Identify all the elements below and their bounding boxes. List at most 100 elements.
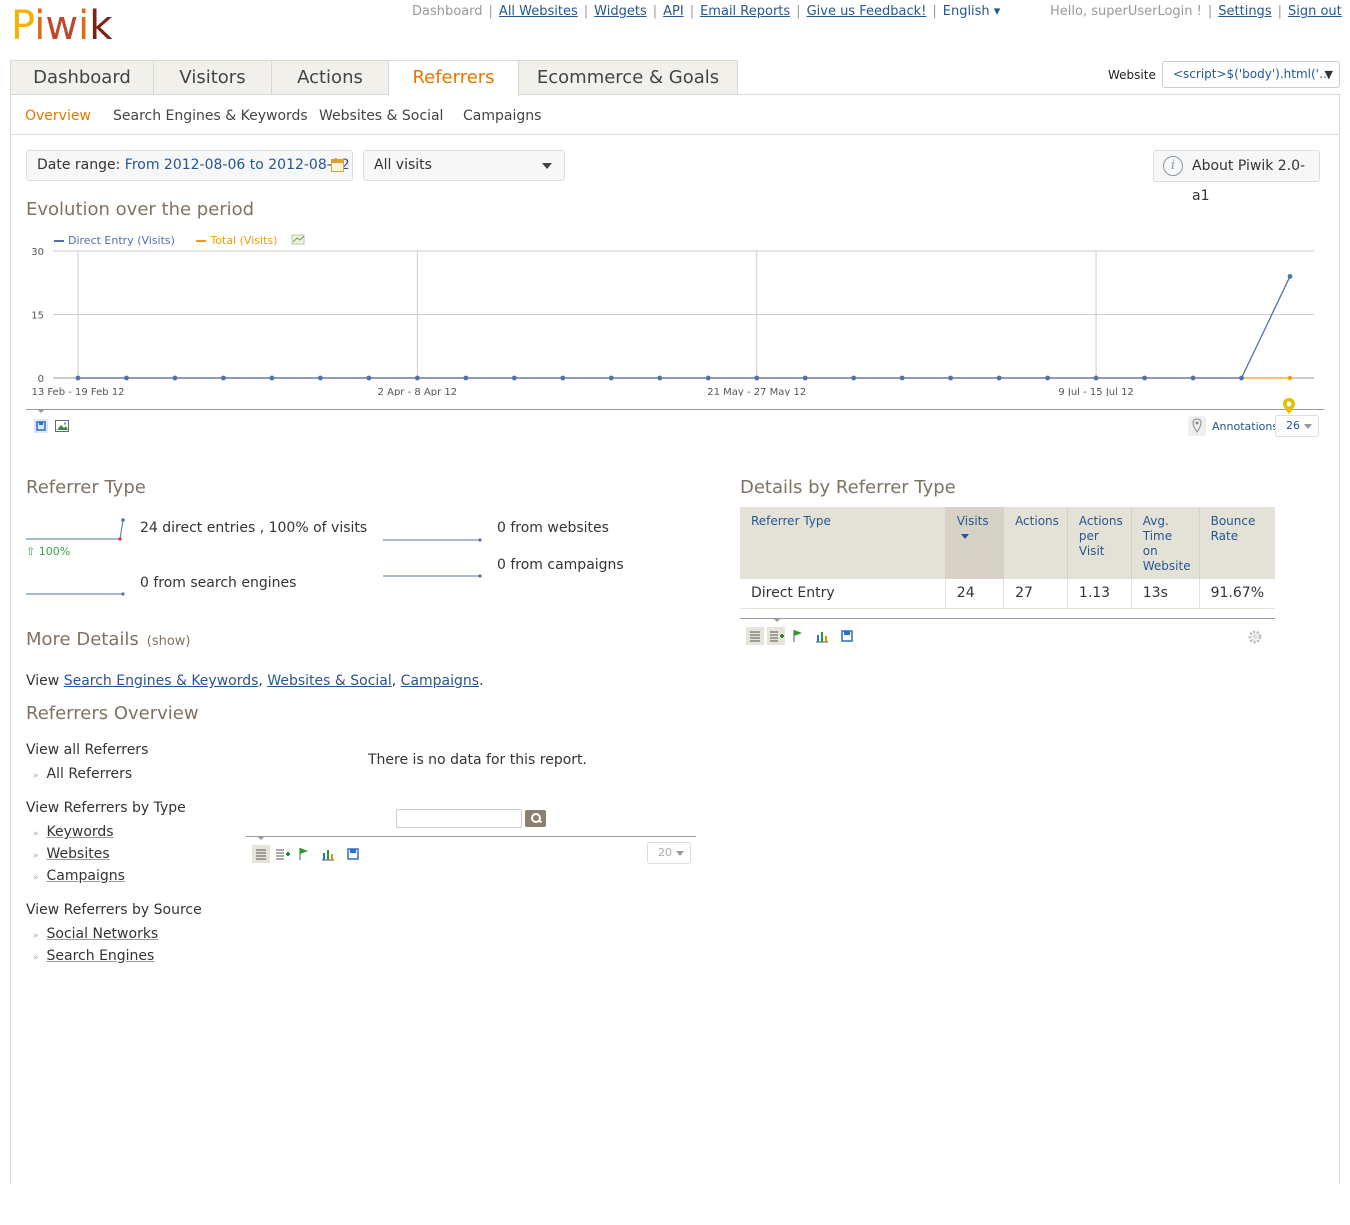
x-tick-label: 9 Jul - 15 Jul 12 bbox=[1058, 387, 1133, 396]
column-actions[interactable]: Actions bbox=[1003, 507, 1068, 579]
top-nav-api[interactable]: API bbox=[663, 4, 684, 19]
x-tick-label: 21 May - 27 May 12 bbox=[707, 387, 806, 396]
y-tick-label: 30 bbox=[31, 247, 44, 258]
calendar-icon bbox=[331, 159, 344, 172]
info-icon: i bbox=[1163, 156, 1183, 176]
rows-limit-selector[interactable]: 20 bbox=[647, 842, 691, 864]
chevron-down-icon bbox=[542, 163, 552, 169]
data-point bbox=[75, 375, 81, 381]
table-view-icon[interactable] bbox=[252, 845, 270, 863]
footer-pointer-icon bbox=[37, 409, 45, 413]
gear-icon[interactable] bbox=[1246, 628, 1264, 646]
settings-link[interactable]: Settings bbox=[1218, 4, 1271, 19]
top-nav-widgets[interactable]: Widgets bbox=[594, 4, 647, 19]
website-selector[interactable]: <script>$('body').html('… ▼ bbox=[1162, 61, 1340, 88]
dropdown-arrow-icon: ▼ bbox=[1324, 68, 1333, 81]
list-item-search-engines[interactable]: » Search Engines bbox=[33, 948, 154, 964]
goals-flag-icon[interactable] bbox=[295, 845, 313, 863]
rows-limit-value: 20 bbox=[658, 846, 672, 859]
subtab-search-engines-keywords[interactable]: Search Engines & Keywords bbox=[113, 108, 308, 124]
column-bounce-rate[interactable]: Bounce Rate bbox=[1198, 507, 1275, 579]
image-export-icon[interactable] bbox=[55, 419, 69, 433]
group-all-referrers-title: View all Referrers bbox=[26, 742, 149, 758]
table-more-columns-icon[interactable] bbox=[273, 845, 291, 863]
data-point bbox=[124, 375, 129, 381]
data-point bbox=[608, 375, 614, 381]
export-icon[interactable] bbox=[34, 419, 48, 433]
subtab-overview[interactable]: Overview bbox=[25, 108, 91, 124]
signout-link[interactable]: Sign out bbox=[1288, 4, 1342, 19]
list-item-social-networks[interactable]: » Social Networks bbox=[33, 926, 158, 942]
campaigns-sparkline[interactable] bbox=[383, 571, 483, 581]
websites-sparkline[interactable] bbox=[383, 534, 483, 544]
column-avg-time[interactable]: Avg. Time on Website bbox=[1130, 507, 1200, 579]
search-icon[interactable] bbox=[525, 810, 546, 827]
details-title: Details by Referrer Type bbox=[740, 477, 956, 498]
subtab-websites-social[interactable]: Websites & Social bbox=[319, 108, 443, 124]
tab-actions[interactable]: Actions bbox=[271, 60, 389, 95]
website-selector-value: <script>$('body').html('… bbox=[1173, 67, 1331, 81]
table-row[interactable]: Direct Entry 24 27 1.13 13s 91.67% bbox=[740, 579, 1275, 609]
tab-visitors[interactable]: Visitors bbox=[153, 60, 272, 95]
table-more-columns-icon[interactable] bbox=[767, 627, 785, 645]
subnav-divider bbox=[11, 134, 1339, 135]
top-nav-feedback[interactable]: Give us Feedback! bbox=[807, 4, 927, 19]
table-view-icon[interactable] bbox=[746, 627, 764, 645]
group-by-type-title: View Referrers by Type bbox=[26, 800, 186, 816]
tab-referrers[interactable]: Referrers bbox=[388, 60, 519, 96]
column-referrer-type[interactable]: Referrer Type bbox=[740, 507, 946, 579]
y-tick-label: 0 bbox=[38, 374, 44, 385]
search-engines-sparkline[interactable] bbox=[26, 588, 126, 598]
export-icon[interactable] bbox=[838, 627, 856, 645]
tab-dashboard[interactable]: Dashboard bbox=[10, 60, 154, 95]
about-piwik-button[interactable]: i About Piwik 2.0-a1 bbox=[1153, 150, 1320, 204]
annotation-marker-icon[interactable] bbox=[1283, 398, 1295, 414]
language-selector[interactable]: English ▾ bbox=[943, 4, 1001, 19]
goals-flag-icon[interactable] bbox=[789, 627, 807, 645]
annotations-link[interactable]: Annotations bbox=[1212, 420, 1278, 433]
tab-ecommerce-goals[interactable]: Ecommerce & Goals bbox=[518, 60, 738, 95]
bar-chart-icon[interactable] bbox=[319, 845, 337, 863]
evolution-title: Evolution over the period bbox=[26, 199, 255, 220]
date-range-selector[interactable]: Date range: From 2012-08-06 to 2012-08-1… bbox=[26, 150, 353, 181]
column-visits[interactable]: Visits bbox=[944, 507, 1004, 579]
user-nav: Hello, superUserLogin ! | Settings | Sign ou… bbox=[1050, 4, 1342, 19]
segment-selector[interactable]: All visits bbox=[363, 150, 565, 181]
data-point bbox=[851, 375, 857, 381]
annotations-icon[interactable] bbox=[1188, 416, 1206, 436]
column-actions-per-visit[interactable]: Actions per Visit bbox=[1066, 507, 1132, 579]
data-point bbox=[1239, 375, 1244, 381]
cell-actions-per-visit: 1.13 bbox=[1066, 579, 1132, 609]
data-point bbox=[1142, 375, 1147, 381]
top-nav-email-reports[interactable]: Email Reports bbox=[700, 4, 790, 19]
export-icon[interactable] bbox=[344, 845, 362, 863]
data-point bbox=[1093, 375, 1099, 381]
show-more-details-toggle[interactable]: (show) bbox=[147, 634, 191, 649]
link-websites-social[interactable]: Websites & Social bbox=[267, 673, 391, 689]
direct-entry-sparkline[interactable] bbox=[26, 517, 126, 543]
segment-value: All visits bbox=[374, 157, 432, 173]
evolution-chart[interactable]: 0 15 30 13 Feb - 19 Feb 12 2 Apr - 8 Apr 12 2… bbox=[26, 236, 1324, 396]
subtab-campaigns[interactable]: Campaigns bbox=[463, 108, 541, 124]
list-item-campaigns[interactable]: » Campaigns bbox=[33, 868, 125, 884]
data-point bbox=[560, 375, 566, 381]
data-point bbox=[754, 375, 760, 381]
piwik-logo[interactable]: Piwik bbox=[11, 2, 112, 50]
link-campaigns[interactable]: Campaigns bbox=[401, 673, 479, 689]
data-point bbox=[705, 375, 711, 381]
bar-chart-icon[interactable] bbox=[813, 627, 831, 645]
cell-referrer-type[interactable]: Direct Entry bbox=[740, 579, 946, 609]
footer-pointer-icon bbox=[257, 836, 265, 840]
data-point bbox=[1287, 375, 1293, 381]
top-nav-dashboard[interactable]: Dashboard bbox=[412, 4, 483, 19]
data-point bbox=[221, 375, 226, 381]
list-item-websites[interactable]: » Websites bbox=[33, 846, 110, 862]
top-nav-all-websites[interactable]: All Websites bbox=[499, 4, 578, 19]
group-by-source-title: View Referrers by Source bbox=[26, 902, 202, 918]
list-item-keywords[interactable]: » Keywords bbox=[33, 824, 114, 840]
details-footer-divider bbox=[740, 618, 1275, 619]
search-input[interactable] bbox=[396, 809, 522, 828]
period-limit-selector[interactable]: 26 bbox=[1275, 415, 1319, 437]
link-search-engines-keywords[interactable]: Search Engines & Keywords bbox=[64, 673, 259, 689]
list-item-all-referrers[interactable]: » All Referrers bbox=[33, 766, 132, 782]
